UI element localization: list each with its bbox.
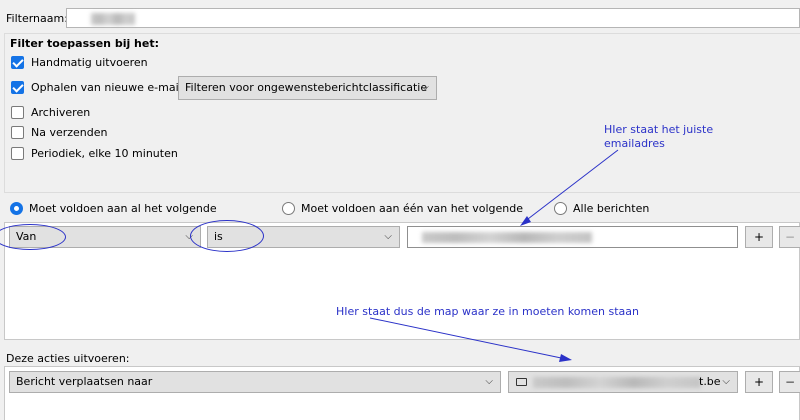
email-arrow-line <box>523 149 619 223</box>
folder-arrow-head <box>559 354 572 362</box>
folder-arrow-line <box>369 317 567 360</box>
annotation-arrows <box>369 149 619 362</box>
